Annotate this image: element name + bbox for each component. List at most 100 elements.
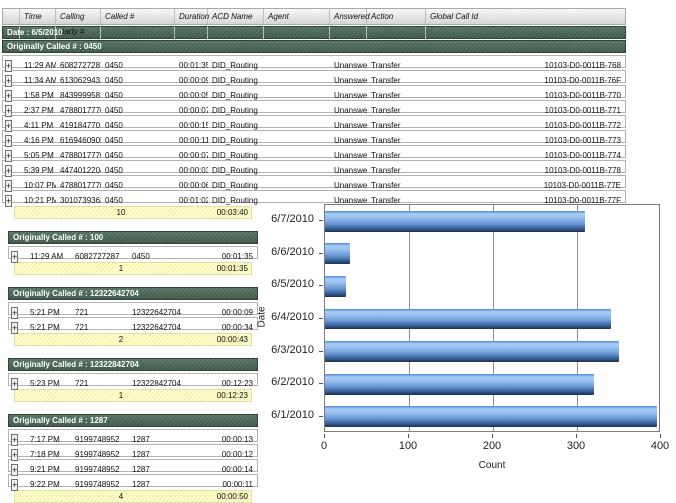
table-row[interactable]: +4:11 PM4191847701045000:00:15DID_Routin…: [2, 115, 626, 128]
expand-row-button[interactable]: +: [11, 322, 18, 334]
y-tick-mark: [319, 253, 323, 254]
cell: 00:00:14: [200, 464, 257, 475]
cell: DID_Routing: [208, 75, 264, 86]
cell: 6169460905: [56, 135, 101, 146]
summary-total-duration: 00:00:43: [142, 335, 251, 344]
chart-bar: [325, 276, 346, 297]
cell: 3010739363: [56, 195, 101, 206]
cell: 10103-D0-0011B-772: [426, 120, 625, 131]
column-header-called-[interactable]: Called #: [101, 9, 175, 39]
cell: 00:00:11: [200, 479, 257, 490]
expand-row-button[interactable]: +: [11, 378, 18, 390]
chart-bar: [325, 211, 585, 232]
cell: 0450: [101, 180, 175, 191]
table-row[interactable]: +11:29 AM6082727287045000:01:35DID_Routi…: [2, 55, 626, 68]
expand-row-button[interactable]: +: [11, 251, 18, 263]
cell: 12322642704: [128, 322, 200, 333]
cell: 721: [71, 307, 128, 318]
cell: 00:01:35: [200, 251, 257, 262]
cell: 00:00:09: [200, 307, 257, 318]
table-row[interactable]: +5:23 PM7211232284270400:12:23: [8, 373, 258, 386]
column-header-agent[interactable]: Agent: [264, 9, 330, 39]
column-header-acd-name[interactable]: ACD Name: [208, 9, 264, 39]
cell: Transfer: [367, 165, 426, 176]
table-row[interactable]: +2:37 PM4788017770045000:00:07DID_Routin…: [2, 100, 626, 113]
table-row[interactable]: +9:21 PM9199748952128700:00:14: [8, 459, 258, 472]
cell: 0450: [101, 90, 175, 101]
expand-cell: +: [9, 374, 26, 392]
group-summary-row: 10 00:03:40: [14, 206, 252, 219]
cell: 00:00:03: [175, 165, 208, 176]
x-tick-mark: [324, 434, 325, 438]
cell: 0450: [101, 165, 175, 176]
y-tick-mark: [319, 318, 323, 319]
cell: 4788017770: [56, 150, 101, 161]
cell: 0450: [101, 105, 175, 116]
y-tick-mark: [319, 220, 323, 221]
y-tick-label: 6/2/2010: [252, 376, 314, 388]
group-section: Originally Called # : 12322842704+5:23 P…: [8, 358, 258, 402]
cell: 6082727287: [56, 60, 101, 71]
cell: DID_Routing: [208, 165, 264, 176]
cell: 00:01:35: [175, 60, 208, 71]
cell: 10103-D0-0011B-768: [426, 60, 625, 71]
cell: Unanswered: [330, 120, 367, 131]
column-header-duration[interactable]: Duration: [175, 9, 208, 39]
chart-bar: [325, 341, 619, 362]
x-tick-label: 400: [651, 440, 669, 452]
group-section: Originally Called # : 100+11:29 AM608272…: [8, 231, 258, 275]
cell: 8439999581: [56, 90, 101, 101]
cell: 0450: [101, 195, 175, 206]
cell: 10103-D0-0011B-773: [426, 135, 625, 146]
table-row[interactable]: +5:21 PM7211232264270400:00:09: [8, 302, 258, 315]
cell: DID_Routing: [208, 105, 264, 116]
cell: Transfer: [367, 135, 426, 146]
cell: 5:05 PM: [20, 150, 56, 161]
table-row[interactable]: +5:39 PM4474012204045000:00:03DID_Routin…: [2, 160, 626, 173]
group-header-0450: Originally Called # : 0450: [2, 40, 626, 53]
column-header-global-call-id[interactable]: Global Call Id: [426, 9, 625, 39]
cell: 1287: [128, 479, 200, 490]
expand-cell: +: [9, 247, 26, 265]
x-tick-label: 200: [483, 440, 501, 452]
table-row[interactable]: +1:58 PM8439999581045000:00:05DID_Routin…: [2, 85, 626, 98]
table-row[interactable]: +7:18 PM9199748952128700:00:12: [8, 444, 258, 457]
y-tick-mark: [319, 285, 323, 286]
x-tick-mark: [492, 434, 493, 438]
chart-bar: [325, 374, 594, 395]
cell: 4788017770: [56, 105, 101, 116]
x-tick-mark: [576, 434, 577, 438]
cell: 11:34 AM: [20, 75, 56, 86]
cell: 00:00:06: [175, 180, 208, 191]
y-tick-label: 6/5/2010: [252, 278, 314, 290]
table-row[interactable]: +11:29 AM6082727287045000:01:35: [8, 246, 258, 259]
summary-call-count: 1: [100, 264, 142, 273]
table-row[interactable]: +11:34 AM6130629432045000:00:09DID_Routi…: [2, 70, 626, 83]
cell: 12322842704: [128, 378, 200, 389]
table-row[interactable]: +4:16 PM6169460905045000:00:11DID_Routin…: [2, 130, 626, 143]
group-header: Originally Called # : 12322642704: [8, 287, 258, 300]
cell: DID_Routing: [208, 60, 264, 71]
cell: 00:00:07: [175, 150, 208, 161]
column-header-action[interactable]: Action: [367, 9, 426, 39]
cell: 11:29 AM: [20, 60, 56, 71]
cell: 00:00:12: [200, 449, 257, 460]
calls-by-date-bar-chart: Date Count 6/7/20106/6/20106/5/20106/4/2…: [252, 194, 672, 480]
column-header-answered[interactable]: Answered: [330, 9, 367, 39]
table-row[interactable]: +5:05 PM4788017770045000:00:07DID_Routin…: [2, 145, 626, 158]
table-row[interactable]: +7:17 PM9199748952128700:00:13: [8, 429, 258, 442]
cell: Unanswered: [330, 60, 367, 71]
table-row[interactable]: +5:21 PM7211232264270400:00:34: [8, 317, 258, 330]
table-row[interactable]: +10:07 PM4788017770045000:00:06DID_Routi…: [2, 175, 626, 188]
cell: 10103-D0-0011B-77E: [426, 180, 625, 191]
cell: Unanswered: [330, 105, 367, 116]
y-tick-mark: [319, 351, 323, 352]
cell: Transfer: [367, 60, 426, 71]
table-row[interactable]: +9:22 PM9199748952128700:00:11: [8, 474, 258, 487]
cell: DID_Routing: [208, 120, 264, 131]
cell: 10103-D0-0011B-778: [426, 165, 625, 176]
expand-row-button[interactable]: +: [5, 195, 12, 207]
summary-call-count: 10: [100, 208, 142, 217]
expand-row-button[interactable]: +: [11, 479, 18, 491]
cell: 00:12:23: [200, 378, 257, 389]
